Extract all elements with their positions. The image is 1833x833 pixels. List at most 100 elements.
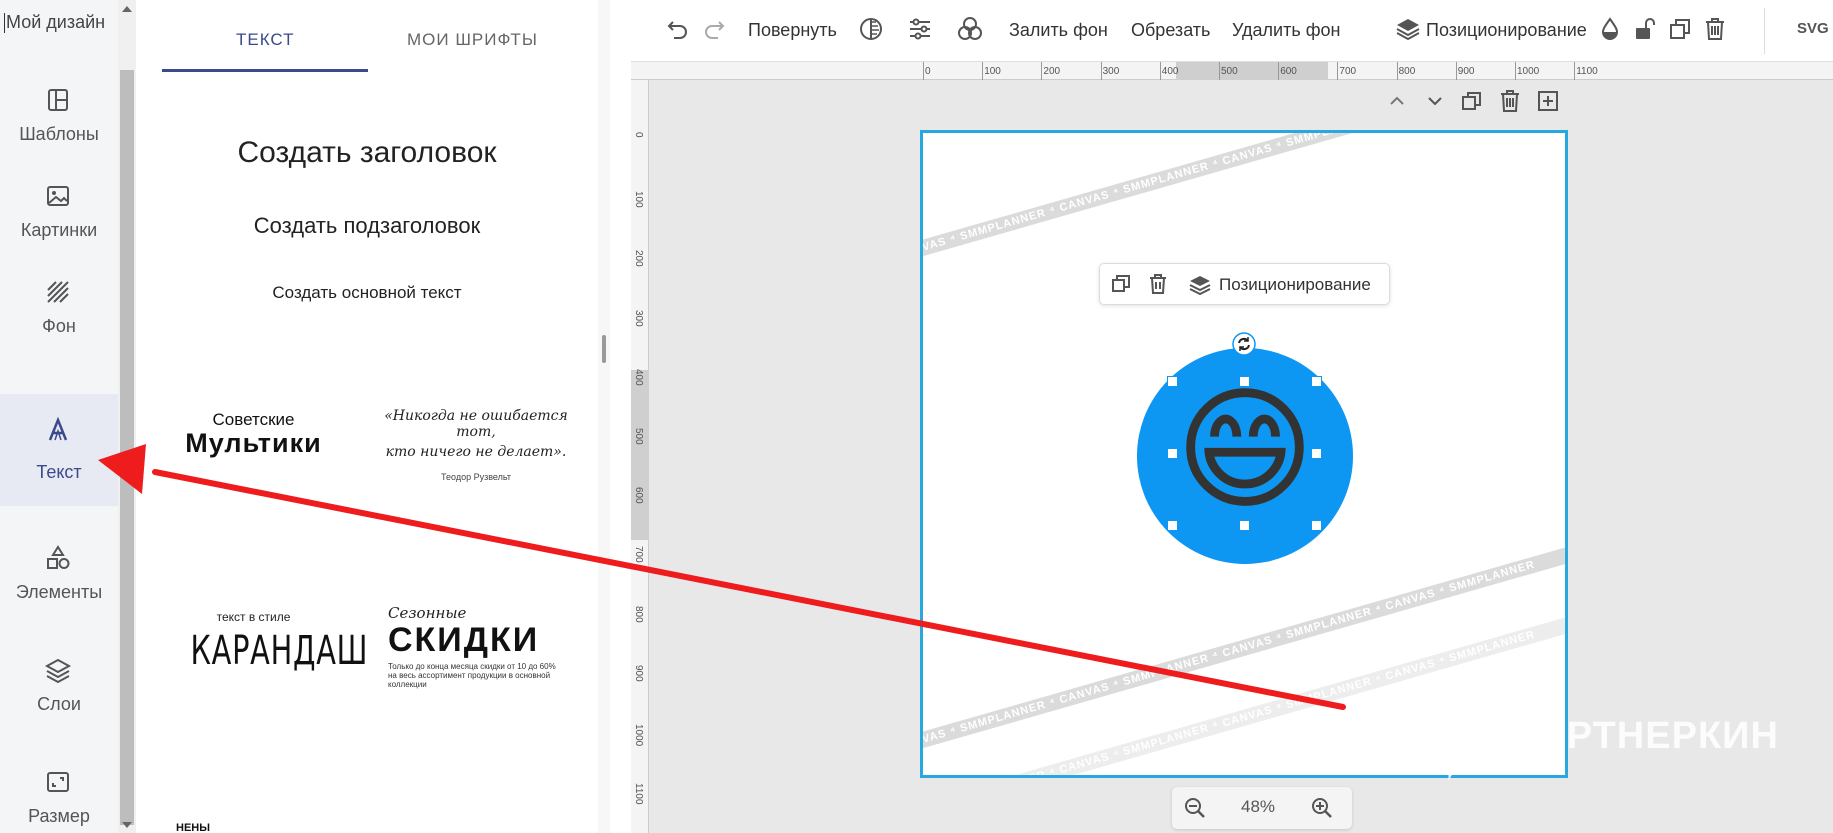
resize-handle[interactable]	[1167, 448, 1178, 459]
smiling-emoji: 😄	[1175, 372, 1315, 528]
positioning-button[interactable]: Позиционирование	[1426, 20, 1587, 41]
fill-background-button[interactable]: Залить фон	[1009, 20, 1108, 41]
ruler-tick	[1219, 62, 1220, 80]
duplicate-icon[interactable]	[1667, 16, 1693, 42]
opacity-drop-icon[interactable]	[1597, 16, 1623, 42]
scroll-up-icon[interactable]	[122, 6, 132, 12]
ruler-tick-label: 900	[1457, 66, 1475, 77]
template-line: «Никогда не ошибается тот,	[384, 408, 568, 440]
add-subheading-button[interactable]: Создать подзаголовок	[136, 213, 598, 239]
ruler-tick	[1159, 62, 1161, 80]
resize-handle[interactable]	[1167, 520, 1178, 531]
adjust-sliders-icon[interactable]	[907, 16, 933, 42]
my-design-link[interactable]: Мой дизайн	[4, 12, 105, 34]
resize-handle[interactable]	[1167, 376, 1178, 387]
template-line: Только до конца месяца скидки от 10 до 6…	[388, 662, 556, 671]
ruler-tick	[1278, 62, 1280, 80]
duplicate-icon[interactable]	[1110, 273, 1132, 295]
tab-my-fonts[interactable]: МОИ ШРИФТЫ	[407, 30, 538, 50]
undo-icon[interactable]	[665, 16, 691, 42]
zoom-control: 48%	[1172, 787, 1352, 829]
delete-page-icon[interactable]	[1498, 89, 1522, 113]
rotate-handle-icon[interactable]	[1232, 332, 1256, 356]
add-body-text-button[interactable]: Создать основной текст	[136, 283, 598, 303]
rail-item-text[interactable]: Текст	[0, 394, 118, 506]
ruler-tick-label: 100	[984, 66, 1001, 77]
panel-scrollbar[interactable]	[598, 0, 610, 833]
text-template-pencil[interactable]: текст в стиле КАРАНДАШ	[166, 610, 368, 674]
zoom-out-icon[interactable]	[1184, 797, 1206, 819]
vertical-ruler: 0 100 200 300 400 500 600 700 800 900 1000 1100	[631, 80, 649, 833]
text-template-seasonal-sale[interactable]: Сезонные СКИДКИ Только до конца месяца с…	[388, 604, 588, 689]
rail-item-layers[interactable]: Слои	[0, 632, 118, 744]
ruler-tick-label: 900	[633, 664, 644, 682]
ruler-tick-label: 200	[1043, 66, 1061, 77]
ruler-tick-label: 400	[633, 368, 644, 386]
export-svg-button[interactable]: SVG	[1797, 20, 1829, 37]
duplicate-page-icon[interactable]	[1460, 89, 1484, 113]
ruler-tick	[1100, 62, 1102, 80]
layers-icon[interactable]	[1188, 273, 1212, 297]
editor-app: Мой дизайн Шаблоны Картинки Фон Текст Эл…	[0, 0, 1833, 833]
layers-icon	[44, 658, 72, 684]
scroll-down-icon[interactable]	[122, 822, 132, 828]
rail-label-layers: Слои	[37, 694, 81, 714]
rail-item-resize[interactable]: Размер	[0, 744, 118, 833]
context-positioning-button[interactable]: Позиционирование	[1219, 275, 1371, 295]
text-template-soviet-cartoons[interactable]: Советские Мультики	[166, 410, 341, 458]
left-nav-rail: Мой дизайн Шаблоны Картинки Фон Текст Эл…	[0, 0, 118, 833]
template-line: Сезонные	[388, 604, 467, 622]
chevron-down-icon[interactable]	[1424, 90, 1446, 112]
next-template-peek: НЕНЫ	[176, 822, 210, 833]
ruler-tick	[1574, 62, 1576, 80]
ruler-tick	[1515, 62, 1516, 80]
image-icon	[47, 186, 69, 206]
crop-button[interactable]: Обрезать	[1131, 20, 1210, 41]
chevron-up-icon[interactable]	[1386, 90, 1408, 112]
watermark-text: ПАРТНЕРКИН	[1510, 715, 1779, 757]
resize-handle[interactable]	[1239, 520, 1250, 531]
resize-handle[interactable]	[1311, 448, 1322, 459]
rail-scrollbar[interactable]	[118, 0, 136, 833]
element-context-menu: Позиционирование	[1099, 263, 1390, 305]
tab-text[interactable]: ТЕКСТ	[236, 30, 295, 50]
resize-handle[interactable]	[1311, 520, 1322, 531]
unlock-icon[interactable]	[1632, 16, 1658, 42]
rail-item-elements[interactable]: Элементы	[0, 520, 118, 632]
resize-handle[interactable]	[1239, 376, 1250, 387]
ruler-tick-label: 500	[633, 428, 644, 445]
delete-icon[interactable]	[1147, 273, 1169, 295]
ruler-selection-highlight	[631, 370, 649, 540]
add-page-icon[interactable]	[1536, 89, 1560, 113]
add-heading-button[interactable]: Создать заголовок	[136, 136, 598, 170]
ruler-selection-highlight	[1176, 62, 1328, 80]
template-line: коллекции	[388, 680, 427, 689]
layers-icon[interactable]	[1395, 16, 1421, 42]
ruler-tick-label: 1100	[1576, 66, 1598, 77]
resize-handle[interactable]	[1311, 376, 1322, 387]
template-line: Мультики	[185, 428, 322, 458]
rail-item-background[interactable]: Фон	[0, 254, 118, 366]
delete-icon[interactable]	[1702, 16, 1728, 42]
ruler-tick-label: 300	[1102, 66, 1120, 77]
ruler-tick-label: 0	[925, 66, 931, 77]
rotate-button[interactable]: Повернуть	[748, 20, 837, 41]
elements-icon	[47, 545, 70, 569]
remove-background-button[interactable]: Удалить фон	[1232, 20, 1340, 41]
ruler-tick-label: 200	[633, 250, 644, 268]
ruler-tick	[982, 62, 984, 80]
flip-icon[interactable]	[858, 16, 884, 42]
template-line: на весь ассортимент продукции в основной	[388, 671, 551, 680]
text-template-roosevelt-quote[interactable]: «Никогда не ошибается тот, кто ничего не…	[376, 408, 576, 482]
rail-label-images: Картинки	[20, 220, 98, 240]
panel-scroll-thumb[interactable]	[602, 335, 606, 363]
redo-icon[interactable]	[701, 16, 727, 42]
template-line: Советские	[212, 410, 295, 429]
partnerkin-logo-icon	[1422, 707, 1490, 781]
template-line: Теодор Рузвельт	[441, 472, 511, 482]
rail-scroll-thumb[interactable]	[120, 70, 134, 825]
zoom-in-icon[interactable]	[1311, 797, 1333, 819]
ruler-tick	[1041, 62, 1043, 80]
text-icon	[48, 416, 68, 441]
effects-icon[interactable]	[957, 16, 983, 42]
